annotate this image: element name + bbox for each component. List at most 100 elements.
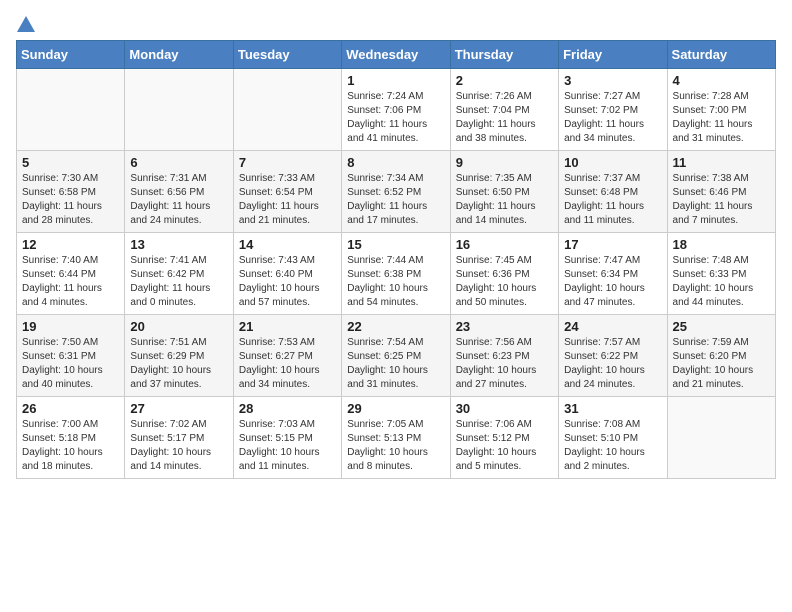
day-of-week-header: Wednesday <box>342 41 450 69</box>
calendar-cell: 6 Sunrise: 7:31 AM Sunset: 6:56 PM Daylig… <box>125 151 233 233</box>
calendar-cell: 14 Sunrise: 7:43 AM Sunset: 6:40 PM Dayli… <box>233 233 341 315</box>
day-info: Sunrise: 7:43 AM Sunset: 6:40 PM Dayligh… <box>239 254 336 310</box>
day-number: 23 <box>456 319 553 334</box>
day-number: 21 <box>239 319 336 334</box>
day-info: Sunrise: 7:26 AM Sunset: 7:04 PM Dayligh… <box>456 90 553 146</box>
day-number: 25 <box>673 319 770 334</box>
day-number: 7 <box>239 155 336 170</box>
calendar-cell: 23 Sunrise: 7:56 AM Sunset: 6:23 PM Dayli… <box>450 315 558 397</box>
calendar-cell: 22 Sunrise: 7:54 AM Sunset: 6:25 PM Dayli… <box>342 315 450 397</box>
calendar-cell: 17 Sunrise: 7:47 AM Sunset: 6:34 PM Dayli… <box>559 233 667 315</box>
day-number: 10 <box>564 155 661 170</box>
calendar-cell: 11 Sunrise: 7:38 AM Sunset: 6:46 PM Dayli… <box>667 151 775 233</box>
calendar-cell: 24 Sunrise: 7:57 AM Sunset: 6:22 PM Dayli… <box>559 315 667 397</box>
calendar-cell <box>17 69 125 151</box>
calendar-cell: 19 Sunrise: 7:50 AM Sunset: 6:31 PM Dayli… <box>17 315 125 397</box>
calendar-cell: 15Sunrise: 7:44 AM Sunset: 6:38 PM Dayli… <box>342 233 450 315</box>
day-number: 1 <box>347 73 444 88</box>
day-info: Sunrise: 7:53 AM Sunset: 6:27 PM Dayligh… <box>239 336 336 392</box>
day-number: 20 <box>130 319 227 334</box>
day-info: Sunrise: 7:06 AM Sunset: 5:12 PM Dayligh… <box>456 418 553 474</box>
calendar-cell: 20 Sunrise: 7:51 AM Sunset: 6:29 PM Dayli… <box>125 315 233 397</box>
calendar-cell: 10 Sunrise: 7:37 AM Sunset: 6:48 PM Dayli… <box>559 151 667 233</box>
day-number: 3 <box>564 73 661 88</box>
day-number: 11 <box>673 155 770 170</box>
calendar-cell <box>233 69 341 151</box>
day-number: 31 <box>564 401 661 416</box>
day-number: 30 <box>456 401 553 416</box>
calendar-week-row: 1 Sunrise: 7:24 AM Sunset: 7:06 PM Daylig… <box>17 69 776 151</box>
day-info: Sunrise: 7:00 AM Sunset: 5:18 PM Dayligh… <box>22 418 119 474</box>
calendar-table: SundayMondayTuesdayWednesdayThursdayFrid… <box>16 40 776 479</box>
day-info: Sunrise: 7:31 AM Sunset: 6:56 PM Dayligh… <box>130 172 227 228</box>
day-info: Sunrise: 7:34 AM Sunset: 6:52 PM Dayligh… <box>347 172 444 228</box>
day-info: Sunrise: 7:57 AM Sunset: 6:22 PM Dayligh… <box>564 336 661 392</box>
calendar-cell: 18 Sunrise: 7:48 AM Sunset: 6:33 PM Dayli… <box>667 233 775 315</box>
calendar-cell: 3Sunrise: 7:27 AM Sunset: 7:02 PM Daylig… <box>559 69 667 151</box>
calendar-cell: 29 Sunrise: 7:05 AM Sunset: 5:13 PM Dayli… <box>342 397 450 479</box>
calendar-week-row: 19 Sunrise: 7:50 AM Sunset: 6:31 PM Dayli… <box>17 315 776 397</box>
day-info: Sunrise: 7:41 AM Sunset: 6:42 PM Dayligh… <box>130 254 227 310</box>
calendar-cell: 26Sunrise: 7:00 AM Sunset: 5:18 PM Dayli… <box>17 397 125 479</box>
day-number: 12 <box>22 237 119 252</box>
calendar-cell: 30 Sunrise: 7:06 AM Sunset: 5:12 PM Dayli… <box>450 397 558 479</box>
day-info: Sunrise: 7:45 AM Sunset: 6:36 PM Dayligh… <box>456 254 553 310</box>
day-info: Sunrise: 7:51 AM Sunset: 6:29 PM Dayligh… <box>130 336 227 392</box>
day-info: Sunrise: 7:38 AM Sunset: 6:46 PM Dayligh… <box>673 172 770 228</box>
day-number: 6 <box>130 155 227 170</box>
day-info: Sunrise: 7:50 AM Sunset: 6:31 PM Dayligh… <box>22 336 119 392</box>
day-number: 28 <box>239 401 336 416</box>
calendar-cell: 13 Sunrise: 7:41 AM Sunset: 6:42 PM Dayli… <box>125 233 233 315</box>
calendar-cell: 31 Sunrise: 7:08 AM Sunset: 5:10 PM Dayli… <box>559 397 667 479</box>
day-number: 14 <box>239 237 336 252</box>
day-number: 8 <box>347 155 444 170</box>
calendar-cell: 8 Sunrise: 7:34 AM Sunset: 6:52 PM Daylig… <box>342 151 450 233</box>
calendar-cell <box>125 69 233 151</box>
day-info: Sunrise: 7:05 AM Sunset: 5:13 PM Dayligh… <box>347 418 444 474</box>
day-info: Sunrise: 7:54 AM Sunset: 6:25 PM Dayligh… <box>347 336 444 392</box>
day-info: Sunrise: 7:08 AM Sunset: 5:10 PM Dayligh… <box>564 418 661 474</box>
day-number: 17 <box>564 237 661 252</box>
day-number: 4 <box>673 73 770 88</box>
day-info: Sunrise: 7:30 AM Sunset: 6:58 PM Dayligh… <box>22 172 119 228</box>
calendar-week-row: 12 Sunrise: 7:40 AM Sunset: 6:44 PM Dayli… <box>17 233 776 315</box>
day-number: 18 <box>673 237 770 252</box>
calendar-cell: 9 Sunrise: 7:35 AM Sunset: 6:50 PM Daylig… <box>450 151 558 233</box>
day-number: 24 <box>564 319 661 334</box>
page-header <box>16 16 776 28</box>
calendar-cell: 5 Sunrise: 7:30 AM Sunset: 6:58 PM Daylig… <box>17 151 125 233</box>
calendar-cell: 2 Sunrise: 7:26 AM Sunset: 7:04 PM Daylig… <box>450 69 558 151</box>
calendar-cell: 28 Sunrise: 7:03 AM Sunset: 5:15 PM Dayli… <box>233 397 341 479</box>
day-number: 19 <box>22 319 119 334</box>
day-info: Sunrise: 7:35 AM Sunset: 6:50 PM Dayligh… <box>456 172 553 228</box>
calendar-cell: 27Sunrise: 7:02 AM Sunset: 5:17 PM Dayli… <box>125 397 233 479</box>
day-info: Sunrise: 7:48 AM Sunset: 6:33 PM Dayligh… <box>673 254 770 310</box>
day-of-week-header: Thursday <box>450 41 558 69</box>
day-info: Sunrise: 7:40 AM Sunset: 6:44 PM Dayligh… <box>22 254 119 310</box>
day-info: Sunrise: 7:33 AM Sunset: 6:54 PM Dayligh… <box>239 172 336 228</box>
calendar-cell: 25Sunrise: 7:59 AM Sunset: 6:20 PM Dayli… <box>667 315 775 397</box>
calendar-cell: 1 Sunrise: 7:24 AM Sunset: 7:06 PM Daylig… <box>342 69 450 151</box>
calendar-cell: 21 Sunrise: 7:53 AM Sunset: 6:27 PM Dayli… <box>233 315 341 397</box>
calendar-week-row: 5 Sunrise: 7:30 AM Sunset: 6:58 PM Daylig… <box>17 151 776 233</box>
day-number: 5 <box>22 155 119 170</box>
calendar-header-row: SundayMondayTuesdayWednesdayThursdayFrid… <box>17 41 776 69</box>
day-info: Sunrise: 7:37 AM Sunset: 6:48 PM Dayligh… <box>564 172 661 228</box>
day-number: 29 <box>347 401 444 416</box>
day-info: Sunrise: 7:03 AM Sunset: 5:15 PM Dayligh… <box>239 418 336 474</box>
day-info: Sunrise: 7:28 AM Sunset: 7:00 PM Dayligh… <box>673 90 770 146</box>
day-of-week-header: Tuesday <box>233 41 341 69</box>
day-info: Sunrise: 7:24 AM Sunset: 7:06 PM Dayligh… <box>347 90 444 146</box>
day-of-week-header: Saturday <box>667 41 775 69</box>
day-of-week-header: Sunday <box>17 41 125 69</box>
day-number: 22 <box>347 319 444 334</box>
day-info: Sunrise: 7:56 AM Sunset: 6:23 PM Dayligh… <box>456 336 553 392</box>
day-of-week-header: Monday <box>125 41 233 69</box>
day-number: 13 <box>130 237 227 252</box>
day-number: 2 <box>456 73 553 88</box>
calendar-cell: 7 Sunrise: 7:33 AM Sunset: 6:54 PM Daylig… <box>233 151 341 233</box>
day-number: 9 <box>456 155 553 170</box>
day-info: Sunrise: 7:47 AM Sunset: 6:34 PM Dayligh… <box>564 254 661 310</box>
calendar-cell: 12 Sunrise: 7:40 AM Sunset: 6:44 PM Dayli… <box>17 233 125 315</box>
logo <box>16 16 36 28</box>
